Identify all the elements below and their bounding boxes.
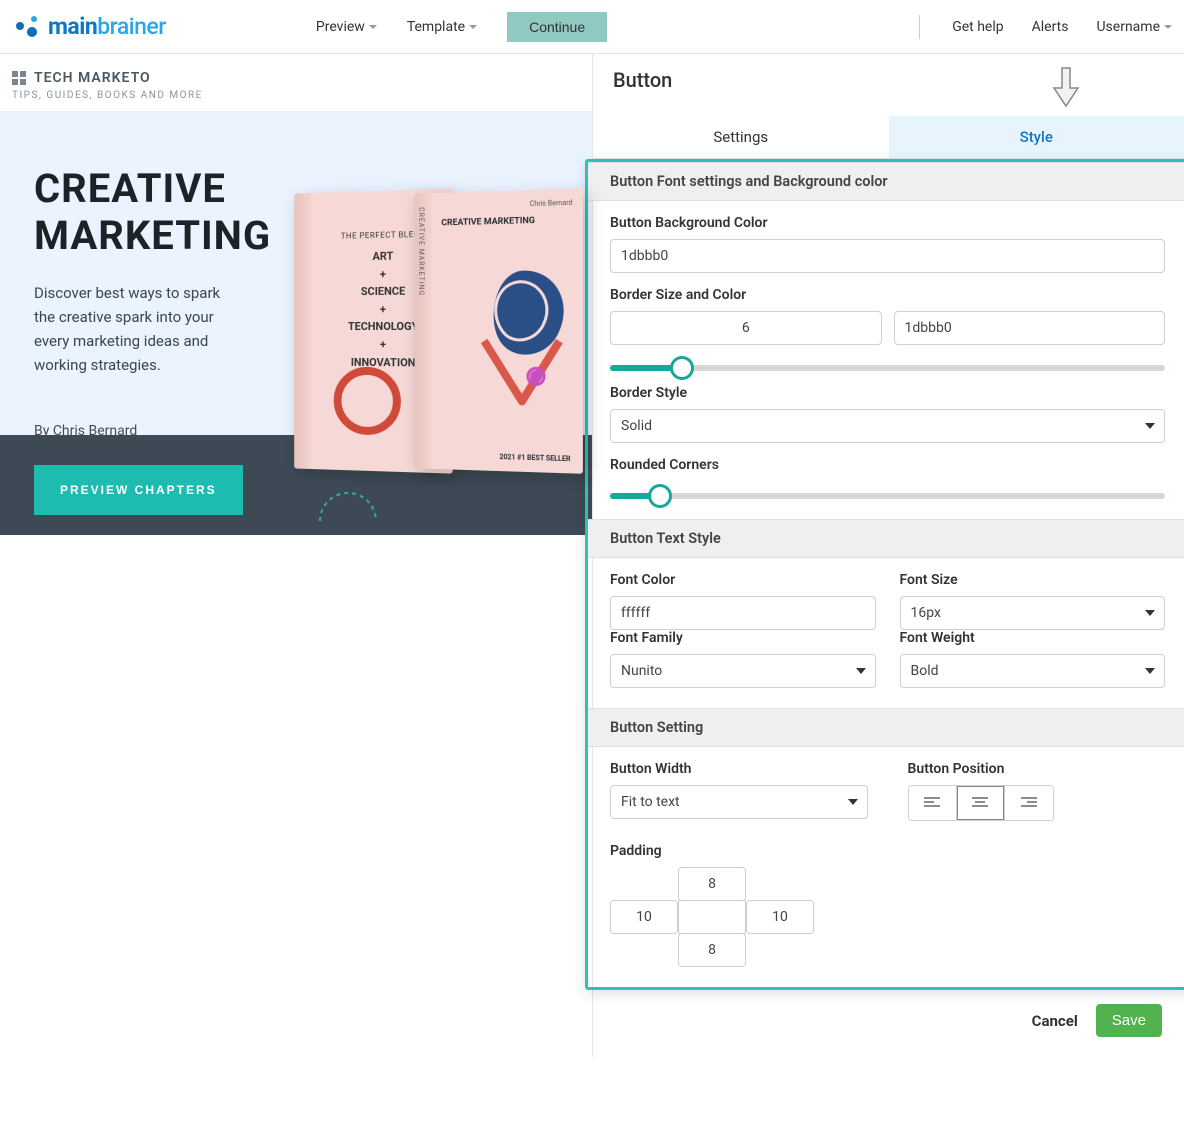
caret-down-icon bbox=[1145, 610, 1155, 616]
font-color-input[interactable] bbox=[610, 596, 876, 630]
bg-color-input[interactable] bbox=[610, 239, 1165, 273]
book-right: CREATIVE MARKETING Chris Bernard CREATIV… bbox=[414, 188, 582, 474]
username-menu[interactable]: Username bbox=[1096, 19, 1172, 35]
username-label: Username bbox=[1096, 19, 1160, 35]
border-size-input[interactable] bbox=[610, 311, 882, 345]
footer-actions: Cancel Save bbox=[593, 990, 1184, 1057]
rounded-corners-slider[interactable] bbox=[610, 493, 1165, 499]
template-menu-label: Template bbox=[407, 19, 465, 35]
brand-sub: TIPS, GUIDES, BOOKS AND MORE bbox=[12, 90, 580, 101]
logo[interactable]: mainbrainer bbox=[12, 13, 166, 40]
topbar: mainbrainer Preview Template Continue Ge… bbox=[0, 0, 1184, 54]
border-style-label: Border Style bbox=[610, 385, 1165, 401]
font-family-select[interactable]: Nunito bbox=[610, 654, 876, 688]
align-right-button[interactable] bbox=[1005, 786, 1053, 820]
panel-tabs: Settings Style bbox=[593, 116, 1184, 159]
font-color-label: Font Color bbox=[610, 572, 876, 588]
font-weight-select[interactable]: Bold bbox=[900, 654, 1166, 688]
position-group bbox=[908, 785, 1054, 821]
border-style-select[interactable]: Solid bbox=[610, 409, 1165, 443]
section-text-style: Button Text Style bbox=[588, 519, 1184, 558]
bg-color-label: Button Background Color bbox=[610, 215, 1165, 231]
padding-label: Padding bbox=[610, 843, 1165, 859]
caret-down-icon bbox=[856, 668, 866, 674]
border-size-slider[interactable] bbox=[610, 365, 1165, 371]
caret-down-icon bbox=[369, 25, 377, 29]
border-label: Border Size and Color bbox=[610, 287, 1165, 303]
cancel-button[interactable]: Cancel bbox=[1032, 1012, 1078, 1030]
continue-button[interactable]: Continue bbox=[507, 12, 607, 42]
padding-bottom-input[interactable] bbox=[678, 933, 746, 967]
dotted-arc-icon bbox=[318, 491, 378, 525]
alerts-link[interactable]: Alerts bbox=[1032, 19, 1069, 35]
padding-top-input[interactable] bbox=[678, 867, 746, 901]
book-mockup: THE PERFECT BLEND ART+SCIENCE+TECHNOLOGY… bbox=[292, 191, 592, 509]
padding-controls bbox=[610, 867, 814, 967]
position-label: Button Position bbox=[908, 761, 1166, 777]
get-help-link[interactable]: Get help bbox=[952, 19, 1003, 35]
padding-center-box bbox=[678, 900, 746, 934]
edit-panel: Button Settings Style Button Font settin… bbox=[592, 54, 1184, 1057]
style-highlight-box: Button Font settings and Background colo… bbox=[585, 159, 1184, 990]
align-left-button[interactable] bbox=[909, 786, 957, 820]
font-size-select[interactable]: 16px bbox=[900, 596, 1166, 630]
caret-down-icon bbox=[1164, 25, 1172, 29]
caret-down-icon bbox=[469, 25, 477, 29]
preview-menu-label: Preview bbox=[316, 19, 365, 35]
logo-dots-icon bbox=[12, 14, 42, 40]
rounded-label: Rounded Corners bbox=[610, 457, 1165, 473]
font-family-label: Font Family bbox=[610, 630, 876, 646]
abstract-blob-icon bbox=[465, 260, 575, 423]
caret-down-icon bbox=[1145, 423, 1155, 429]
logo-text: mainbrainer bbox=[48, 13, 166, 40]
brand-name: TECH MARKETO bbox=[34, 70, 151, 86]
font-size-label: Font Size bbox=[900, 572, 1166, 588]
section-font-bg: Button Font settings and Background colo… bbox=[588, 162, 1184, 201]
align-right-icon bbox=[1021, 797, 1037, 809]
align-center-icon bbox=[972, 797, 988, 809]
padding-left-input[interactable] bbox=[610, 900, 678, 934]
preview-chapters-button[interactable]: PREVIEW CHAPTERS bbox=[34, 465, 243, 515]
width-select[interactable]: Fit to text bbox=[610, 785, 868, 819]
tab-style[interactable]: Style bbox=[889, 116, 1184, 158]
landing-preview: TECH MARKETO TIPS, GUIDES, BOOKS AND MOR… bbox=[0, 54, 592, 1057]
brand-bar: TECH MARKETO TIPS, GUIDES, BOOKS AND MOR… bbox=[0, 54, 592, 111]
align-left-icon bbox=[924, 797, 940, 809]
section-button-setting: Button Setting bbox=[588, 708, 1184, 747]
topbar-center: Preview Template Continue bbox=[316, 12, 607, 42]
padding-right-input[interactable] bbox=[746, 900, 814, 934]
width-label: Button Width bbox=[610, 761, 868, 777]
panel-title: Button bbox=[593, 54, 1184, 98]
hero: CREATIVE MARKETING Discover best ways to… bbox=[0, 111, 592, 435]
topbar-right: Get help Alerts Username bbox=[919, 15, 1172, 39]
divider bbox=[919, 15, 920, 39]
save-button[interactable]: Save bbox=[1096, 1004, 1162, 1037]
template-menu[interactable]: Template bbox=[407, 19, 477, 35]
align-center-button[interactable] bbox=[957, 786, 1005, 820]
caret-down-icon bbox=[848, 799, 858, 805]
preview-menu[interactable]: Preview bbox=[316, 19, 377, 35]
border-color-input[interactable] bbox=[894, 311, 1166, 345]
caret-down-icon bbox=[1145, 668, 1155, 674]
brand-squares-icon bbox=[12, 71, 26, 85]
tab-settings[interactable]: Settings bbox=[593, 116, 889, 158]
arrow-down-callout-icon bbox=[1052, 66, 1080, 110]
font-weight-label: Font Weight bbox=[900, 630, 1166, 646]
hero-description: Discover best ways to spark the creative… bbox=[34, 281, 244, 377]
